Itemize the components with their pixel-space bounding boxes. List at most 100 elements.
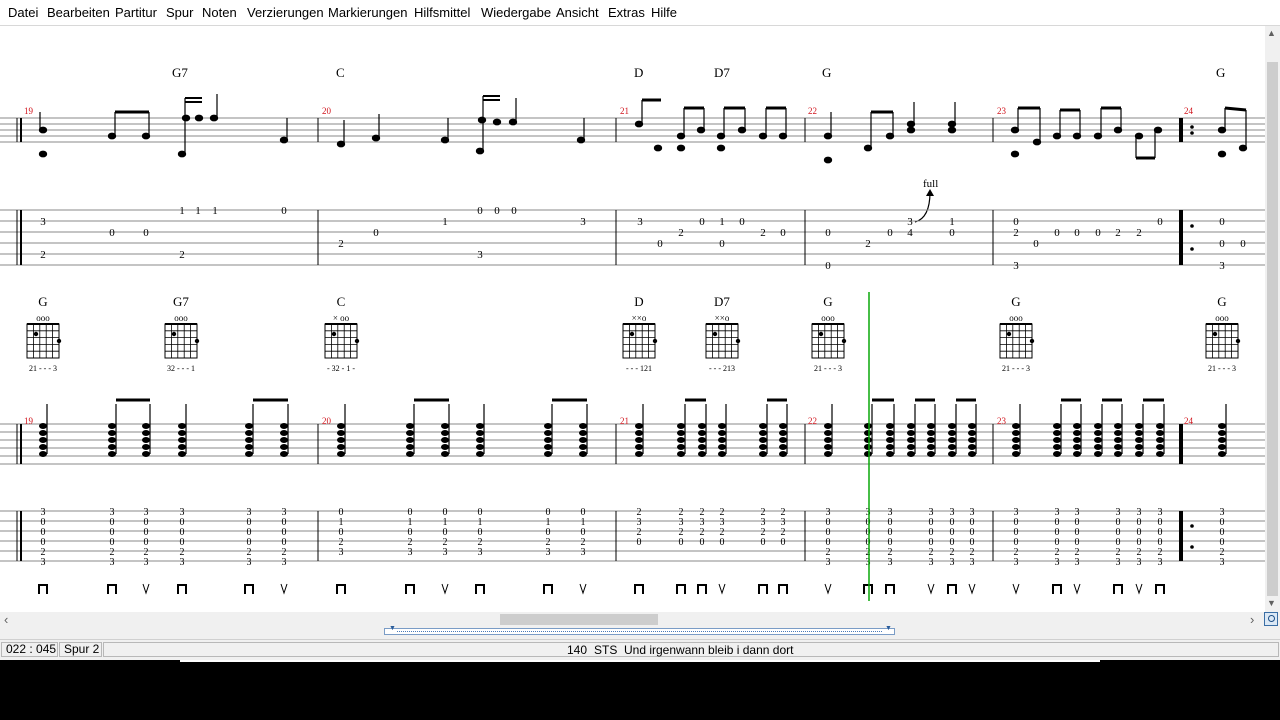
chord-notehead: [1094, 437, 1102, 443]
score-view[interactable]: G7 C D D7 G G 19 20 21 22 23 24 full 3 0…: [0, 26, 1265, 612]
menu-partitur[interactable]: Partitur: [115, 5, 157, 20]
fret-number: 0: [637, 537, 642, 548]
bend-label: full: [923, 178, 938, 190]
scroll-left-icon[interactable]: ‹: [4, 612, 8, 627]
chord-notehead: [718, 444, 726, 450]
scroll-down-icon[interactable]: ▼: [1267, 598, 1276, 608]
measure-number: 24: [1184, 106, 1194, 116]
chord-notehead: [245, 423, 253, 429]
menu-spur[interactable]: Spur: [166, 5, 193, 20]
chord-stack: [476, 404, 485, 457]
chord-notehead: [1094, 451, 1102, 457]
fret-number: 0: [825, 227, 831, 239]
vertical-scrollbar[interactable]: ▲ ▼: [1265, 26, 1280, 612]
finger-numbers: 21 - - - 3: [29, 364, 57, 373]
downstroke-icon: [947, 584, 957, 594]
application-window: Datei Bearbeiten Partitur Spur Noten Ver…: [0, 0, 1280, 660]
vertical-scroll-thumb[interactable]: [1267, 62, 1278, 596]
tab-chord-column: 300023: [41, 507, 46, 568]
fret-number: 3: [888, 557, 893, 568]
chord-name: G: [822, 65, 831, 80]
chord-notehead: [1012, 451, 1020, 457]
fret-number: 3: [339, 547, 344, 558]
chord-notehead: [677, 430, 685, 436]
finger-numbers: 21 - - - 3: [1208, 364, 1236, 373]
tab-chord-column: 01023: [581, 507, 586, 558]
finger-dot: [354, 338, 360, 344]
finger-dot: [33, 331, 39, 337]
score-canvas[interactable]: G7 C D D7 G G 19 20 21 22 23 24 full 3 0…: [0, 26, 1265, 612]
bend-annotation: full: [914, 178, 938, 223]
chord-name: G: [1216, 65, 1225, 80]
fret-number: 3: [1158, 557, 1163, 568]
chord-notehead: [677, 437, 685, 443]
menu-noten[interactable]: Noten: [202, 5, 237, 20]
chord-notehead: [779, 423, 787, 429]
downstroke-icon: [885, 584, 895, 594]
chord-notehead: [864, 451, 872, 457]
chord-notehead: [108, 444, 116, 450]
chord-notehead: [406, 451, 414, 457]
horizontal-scrollbar[interactable]: ‹ ›: [0, 612, 1262, 627]
position-indicator: 022 : 045: [1, 642, 58, 657]
chord-notehead: [142, 451, 150, 457]
chord-stack: [441, 404, 450, 457]
chord-notehead: [1156, 451, 1164, 457]
chord-notehead: [337, 430, 345, 436]
fret-number: 3: [247, 557, 252, 568]
measure-number: 19: [24, 106, 34, 116]
open-string-markers: × oo: [333, 313, 350, 323]
menu-extras[interactable]: Extras: [608, 5, 645, 20]
fret-number: 0: [143, 227, 149, 239]
tab-chord-column: 300023: [180, 507, 185, 568]
fret-number: 0: [781, 537, 786, 548]
horizontal-scroll-thumb[interactable]: [500, 614, 658, 625]
fret-number: 0: [1054, 227, 1060, 239]
menu-bearbeiten[interactable]: Bearbeiten: [47, 5, 110, 20]
downstroke-icon: [634, 584, 644, 594]
menu-verzierungen[interactable]: Verzierungen: [247, 5, 324, 20]
chord-diagram: D ××o - - - 121: [622, 294, 658, 373]
menu-hilfsmittel[interactable]: Hilfsmittel: [414, 5, 470, 20]
chord-notehead: [824, 423, 832, 429]
menu-markierungen[interactable]: Markierungen: [328, 5, 408, 20]
chord-notehead: [779, 444, 787, 450]
chord-notehead: [907, 423, 915, 429]
tab-chord-column: 2320: [637, 507, 642, 548]
status-bar: 022 : 045 Spur 2 140 STS Und irgenwann b…: [0, 639, 1280, 660]
chord-notehead: [1218, 451, 1226, 457]
menu-ansicht[interactable]: Ansicht: [556, 5, 599, 20]
chord-notehead: [824, 444, 832, 450]
chord-notehead: [635, 430, 643, 436]
chord-stack: [886, 404, 895, 457]
chord-stack: [245, 404, 254, 457]
chord-notehead: [927, 437, 935, 443]
menu-wiedergabe[interactable]: Wiedergabe: [481, 5, 551, 20]
chord-notehead: [718, 423, 726, 429]
zoom-icon[interactable]: [1264, 612, 1278, 626]
chord-notehead: [441, 437, 449, 443]
fretboard-grid: [622, 323, 656, 359]
scroll-up-icon[interactable]: ▲: [1267, 28, 1276, 38]
fret-number: 2: [40, 249, 46, 261]
downstroke-icon: [697, 584, 707, 594]
lyrics-line-bar[interactable]: ▼ ▼: [384, 625, 895, 635]
chord-notehead: [677, 451, 685, 457]
menu-hilfe[interactable]: Hilfe: [651, 5, 677, 20]
fret-number: 3: [110, 557, 115, 568]
scroll-right-icon[interactable]: ›: [1250, 612, 1254, 627]
menu-datei[interactable]: Datei: [8, 5, 38, 20]
upstroke-icon: [968, 583, 976, 595]
chord-notehead: [824, 451, 832, 457]
finger-dot: [818, 331, 824, 337]
finger-numbers: - - - 213: [709, 364, 735, 373]
chord-diagram: Gooo 21 - - - 3: [1205, 294, 1241, 373]
tab-chord-column: 300023: [1158, 507, 1163, 568]
menu-bar: Datei Bearbeiten Partitur Spur Noten Ver…: [0, 0, 1280, 26]
measure-number: 23: [997, 416, 1007, 426]
chord-stack: [280, 404, 289, 457]
open-string-markers: ooo: [1009, 313, 1023, 323]
finger-numbers: - - - 121: [626, 364, 652, 373]
chord-stack: [927, 404, 936, 457]
fret-number: 0: [1219, 216, 1225, 228]
